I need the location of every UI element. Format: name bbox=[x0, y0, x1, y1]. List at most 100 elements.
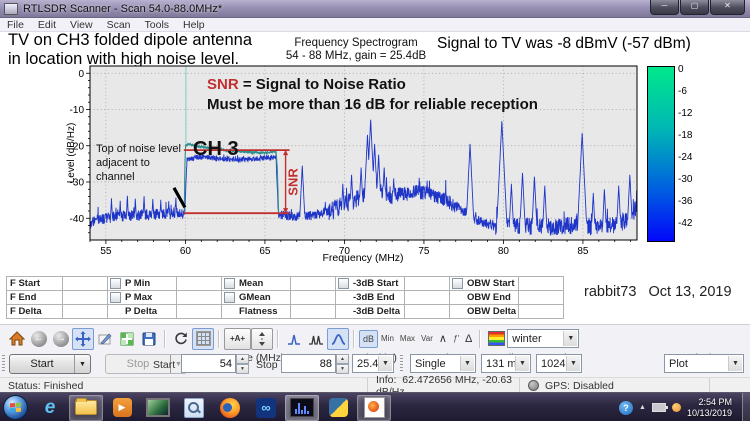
status-text: Status: Finished bbox=[0, 378, 368, 393]
checkbox-mean[interactable] bbox=[224, 278, 235, 289]
credit-text: rabbit73 Oct 13, 2019 bbox=[584, 284, 732, 300]
configure-subplots-icon[interactable] bbox=[116, 328, 138, 350]
taskbar-paint-app-icon[interactable] bbox=[357, 394, 391, 421]
show-desktop-button[interactable] bbox=[742, 393, 750, 421]
checkbox-obw-start[interactable] bbox=[452, 278, 463, 289]
multi-peak-icon[interactable] bbox=[305, 328, 327, 350]
colorbar bbox=[647, 66, 675, 242]
start-dropdown-arrow-icon[interactable]: ▼ bbox=[74, 355, 90, 373]
start-menu-button[interactable] bbox=[3, 395, 28, 420]
taskbar-media-player-icon[interactable]: ▶ bbox=[105, 395, 139, 421]
taskbar-internet-explorer-icon[interactable]: e bbox=[33, 395, 67, 421]
taskbar-python-icon[interactable] bbox=[321, 395, 355, 421]
checkbox-p-min[interactable] bbox=[110, 278, 121, 289]
taskbar-math-app-icon[interactable]: ∞ bbox=[249, 395, 283, 421]
taskbar: e ▶ ∞ ? ▲ 2:54 PM 10/13/2019 bbox=[0, 392, 750, 421]
tray-notification-icon[interactable] bbox=[671, 403, 681, 412]
taskbar-photo-viewer-icon[interactable] bbox=[141, 395, 175, 421]
start-scan-button[interactable]: Start ▼ bbox=[9, 354, 91, 374]
close-button[interactable]: ✕ bbox=[710, 0, 745, 15]
menu-item-scan[interactable]: Scan bbox=[100, 19, 138, 31]
tray-show-hidden-icons[interactable]: ▲ bbox=[639, 404, 646, 411]
tray-battery-icon[interactable] bbox=[651, 403, 668, 412]
pan-icon[interactable] bbox=[72, 327, 94, 350]
peak-wedge-button[interactable]: ∧ bbox=[436, 330, 450, 348]
colorbar-tick-label: -12 bbox=[678, 108, 693, 119]
meas-label-f-end: F End bbox=[10, 292, 37, 303]
dwell-select[interactable]: 131 ms ▼ bbox=[481, 354, 531, 373]
gain-select[interactable]: 25.4 ▼ bbox=[352, 354, 394, 373]
colorbar-tick-label: 0 bbox=[678, 64, 684, 75]
display-value: Plot bbox=[669, 357, 688, 370]
taskbar-clock[interactable]: 2:54 PM 10/13/2019 bbox=[687, 397, 732, 418]
snr-headline-red: SNR bbox=[207, 76, 239, 93]
menu-item-edit[interactable]: Edit bbox=[31, 19, 63, 31]
title-bar[interactable]: RTLSDR Scanner - Scan 54.0-88.0MHz* ─ ▢ … bbox=[0, 0, 750, 18]
gps-status-text: GPS: Disabled bbox=[545, 379, 614, 392]
fft-select[interactable]: 1024 ▼ bbox=[536, 354, 582, 373]
range-start-spinner[interactable]: ▲ ▼ bbox=[236, 354, 249, 374]
autorange-x-button[interactable]: +A+ bbox=[224, 327, 251, 350]
derivative-button[interactable]: ƒ' bbox=[450, 330, 462, 348]
checkbox-p-max[interactable] bbox=[110, 292, 121, 303]
zoom-rect-icon[interactable] bbox=[94, 328, 116, 350]
table-row: Flatness bbox=[221, 304, 336, 319]
meas-value-p-min bbox=[176, 276, 222, 291]
colormap-swatch-icon[interactable] bbox=[485, 328, 507, 350]
table-row: GMean bbox=[221, 290, 336, 305]
taskbar-rtlsdr-scanner-icon[interactable] bbox=[285, 394, 319, 421]
smoothing-icon[interactable] bbox=[327, 327, 349, 350]
grid-toggle-icon[interactable] bbox=[192, 327, 214, 350]
mode-select[interactable]: Single ▼ bbox=[410, 354, 476, 373]
taskbar-firefox-icon[interactable] bbox=[213, 395, 247, 421]
checkbox-3db-start[interactable] bbox=[338, 278, 349, 289]
var-trace-button[interactable]: Var bbox=[418, 330, 436, 348]
start-scan-label: Start bbox=[30, 358, 54, 370]
colormap-select[interactable]: winter ▼ bbox=[507, 329, 580, 348]
table-row: F End bbox=[6, 290, 108, 305]
taskbar-search-icon[interactable] bbox=[177, 395, 211, 421]
peak-marker-icon[interactable] bbox=[283, 328, 305, 350]
maximize-button[interactable]: ▢ bbox=[680, 0, 709, 15]
toolbar-gripper[interactable] bbox=[2, 355, 5, 373]
menu-item-file[interactable]: File bbox=[0, 19, 31, 31]
gps-status-icon bbox=[528, 380, 539, 391]
menu-item-view[interactable]: View bbox=[63, 19, 100, 31]
minimize-button[interactable]: ─ bbox=[650, 0, 679, 15]
menu-item-tools[interactable]: Tools bbox=[138, 19, 177, 31]
colorbar-ticks: 0 -6 -12 -18 -24 -30 -36 -42 bbox=[678, 64, 712, 246]
meas-label-p-delta: P Delta bbox=[125, 306, 158, 317]
taskbar-file-explorer-icon[interactable] bbox=[69, 394, 103, 421]
autorange-y-button[interactable] bbox=[251, 327, 273, 350]
controls-gripper[interactable] bbox=[400, 355, 403, 373]
max-trace-button[interactable]: Max bbox=[397, 330, 418, 348]
meas-value-obw-start bbox=[518, 276, 564, 291]
refresh-icon[interactable] bbox=[170, 328, 192, 350]
db-units-button[interactable]: dB bbox=[359, 329, 379, 348]
noise-level-note: Top of noise level adjacent to channel bbox=[96, 143, 181, 183]
svg-text:75: 75 bbox=[418, 246, 430, 257]
toolbar: ← → +A+ dB Min Max Var ∧ ƒ' Δ winter ▼ bbox=[0, 324, 750, 353]
home-icon[interactable] bbox=[6, 328, 28, 350]
meas-label-gmean: GMean bbox=[239, 292, 271, 303]
range-start-input[interactable]: 54 bbox=[181, 354, 236, 373]
colorbar-tick-label: -18 bbox=[678, 130, 693, 141]
range-stop-input[interactable]: 88 bbox=[281, 354, 336, 373]
min-trace-button[interactable]: Min bbox=[378, 330, 397, 348]
range-stop-spinner[interactable]: ▲ ▼ bbox=[336, 354, 349, 374]
save-icon[interactable] bbox=[138, 328, 160, 350]
checkbox-gmean[interactable] bbox=[224, 292, 235, 303]
tray-help-icon[interactable]: ? bbox=[619, 400, 634, 415]
back-icon[interactable]: ← bbox=[28, 328, 50, 350]
meas-value-flatness bbox=[290, 304, 336, 319]
rtlsdr-scanner-window: RTLSDR Scanner - Scan 54.0-88.0MHz* ─ ▢ … bbox=[0, 0, 750, 421]
meas-label-mean: Mean bbox=[239, 278, 264, 289]
delta-button[interactable]: Δ bbox=[462, 330, 475, 348]
meas-value-mean bbox=[290, 276, 336, 291]
colorbar-tick-label: -36 bbox=[678, 196, 693, 207]
measurement-table: F Start F End F Delta P Min P Max P Delta Mean… bbox=[6, 276, 564, 319]
menu-item-help[interactable]: Help bbox=[176, 19, 212, 31]
forward-icon[interactable]: → bbox=[50, 328, 72, 350]
display-select[interactable]: Plot ▼ bbox=[664, 354, 744, 373]
app-icon bbox=[4, 2, 18, 15]
